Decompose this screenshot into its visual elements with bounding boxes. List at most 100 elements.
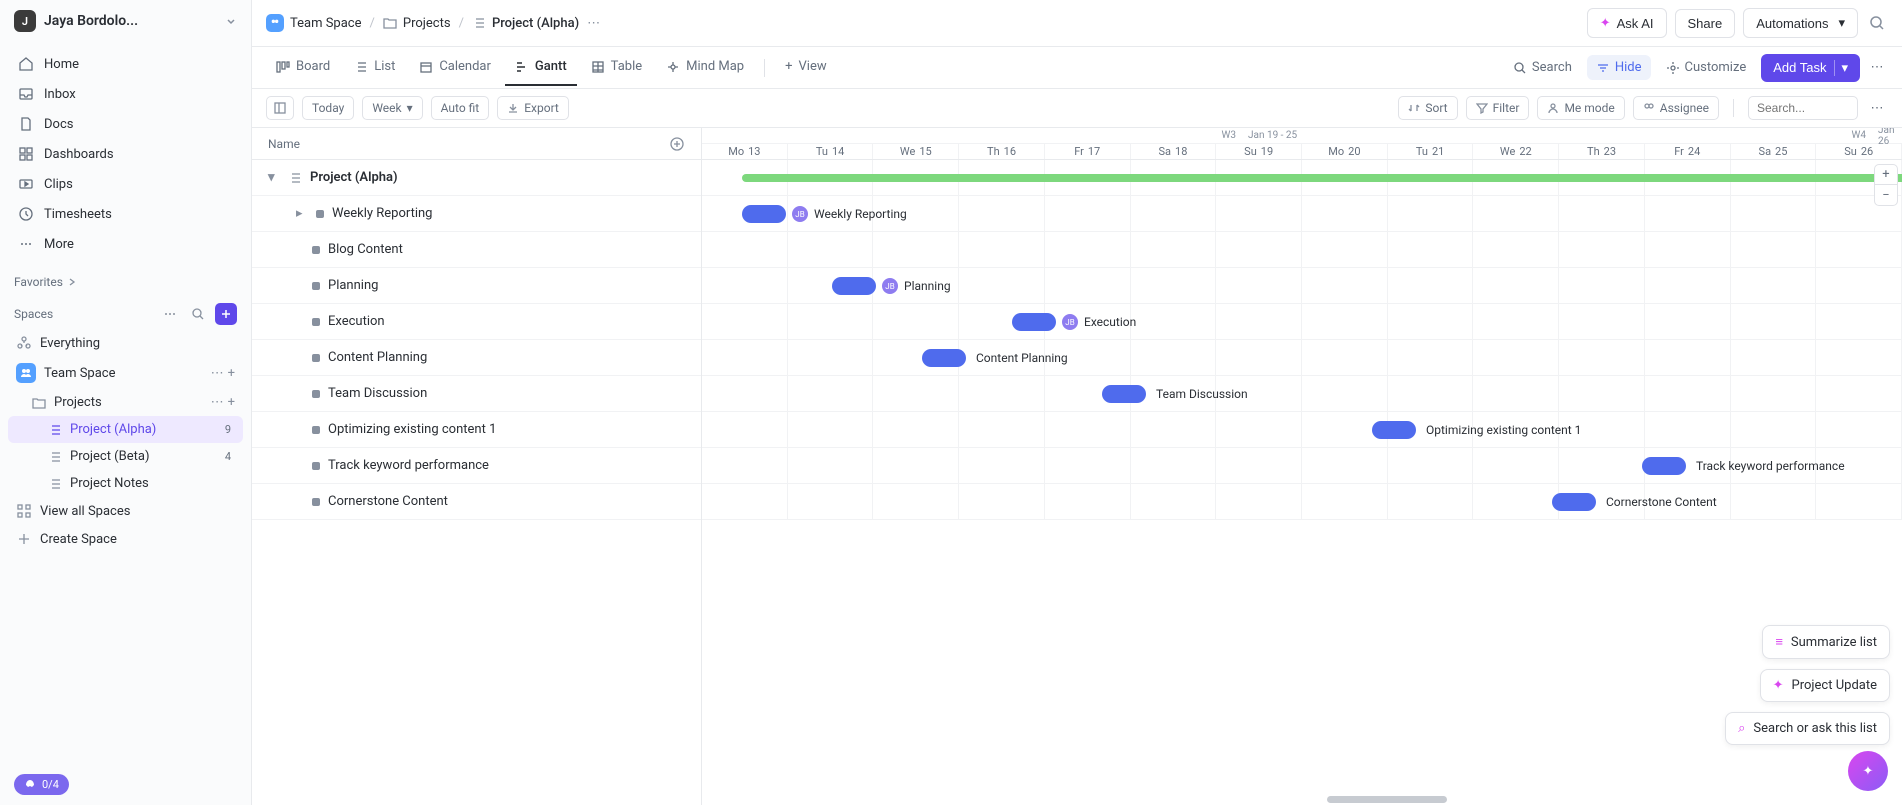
breadcrumb-more-icon[interactable]: ⋯: [587, 16, 600, 31]
tree-projects[interactable]: Projects ⋯+: [8, 389, 243, 416]
nav-clips[interactable]: Clips: [8, 169, 243, 199]
more-icon[interactable]: ⋯: [211, 366, 224, 381]
onboarding-progress[interactable]: 0/4: [14, 774, 69, 795]
vb-customize[interactable]: Customize: [1657, 55, 1756, 80]
today-button[interactable]: Today: [302, 96, 354, 120]
autofit-button[interactable]: Auto fit: [431, 96, 490, 120]
task-bar[interactable]: Team Discussion: [1102, 385, 1146, 403]
export-button[interactable]: Export: [497, 96, 569, 120]
tree-project-beta[interactable]: Project (Beta) 4: [8, 443, 243, 470]
assignee-avatar[interactable]: JB: [792, 206, 808, 222]
share-button[interactable]: Share: [1675, 9, 1736, 38]
filter-button[interactable]: Filter: [1466, 96, 1530, 120]
favorites-section[interactable]: Favorites: [0, 265, 251, 295]
zoom-level-select[interactable]: Week ▾: [362, 96, 422, 120]
status-icon[interactable]: [312, 426, 320, 434]
task-row[interactable]: Optimizing existing content 1: [252, 412, 701, 448]
view-table[interactable]: Table: [581, 49, 652, 86]
task-bar[interactable]: JBPlanning: [832, 277, 876, 295]
nav-more[interactable]: More: [8, 229, 243, 259]
breadcrumb-list[interactable]: Project (Alpha): [472, 16, 579, 31]
add-task-button[interactable]: Add Task▾: [1761, 54, 1860, 82]
tree-everything[interactable]: Everything: [8, 329, 243, 357]
status-icon[interactable]: [312, 498, 320, 506]
workspace-switcher[interactable]: J Jaya Bordolo...: [0, 0, 251, 43]
task-row[interactable]: Execution: [252, 304, 701, 340]
task-row[interactable]: Blog Content: [252, 232, 701, 268]
horizontal-scrollbar[interactable]: [1327, 796, 1447, 803]
zoom-out-button[interactable]: −: [1875, 185, 1897, 205]
ask-ai-button[interactable]: ✦Ask AI: [1587, 8, 1667, 38]
status-icon[interactable]: [312, 246, 320, 254]
nav-dashboards[interactable]: Dashboards: [8, 139, 243, 169]
nav-home[interactable]: Home: [8, 49, 243, 79]
task-row[interactable]: ▸Weekly Reporting: [252, 196, 701, 232]
spaces-search-icon[interactable]: [187, 303, 209, 325]
task-bar[interactable]: Content Planning: [922, 349, 966, 367]
vb-hide[interactable]: Hide: [1587, 55, 1651, 80]
project-update-button[interactable]: ✦Project Update: [1760, 669, 1890, 702]
assignee-button[interactable]: Assignee: [1633, 96, 1719, 120]
ai-fab[interactable]: ✦: [1848, 751, 1888, 791]
tree-create-space[interactable]: Create Space: [8, 525, 243, 553]
collapse-sidebar-icon[interactable]: [266, 96, 294, 120]
chevron-right-icon[interactable]: ▸: [296, 206, 308, 221]
task-bar[interactable]: Track keyword performance: [1642, 457, 1686, 475]
status-icon[interactable]: [312, 462, 320, 470]
status-icon[interactable]: [312, 390, 320, 398]
breadcrumb-folder[interactable]: Projects: [383, 16, 451, 31]
task-row[interactable]: Cornerstone Content: [252, 484, 701, 520]
automations-button[interactable]: Automations▾: [1743, 8, 1858, 38]
search-icon[interactable]: [1866, 12, 1888, 34]
gantt-chart[interactable]: W3 Jan 19 - 25 W4 Jan 26 Mo 13Tu 14We 15…: [702, 128, 1902, 805]
more-icon[interactable]: ⋯: [211, 395, 224, 410]
assignee-avatar[interactable]: JB: [882, 278, 898, 294]
view-list[interactable]: List: [344, 49, 405, 86]
add-space-button[interactable]: [215, 303, 237, 325]
task-row[interactable]: Team Discussion: [252, 376, 701, 412]
plus-icon[interactable]: +: [228, 395, 235, 410]
chevron-down-icon[interactable]: ▾: [1834, 60, 1848, 76]
ask-list-button[interactable]: ⌕Search or ask this list: [1725, 712, 1890, 745]
sort-button[interactable]: Sort: [1398, 96, 1457, 120]
summary-bar[interactable]: [742, 174, 1902, 182]
chevron-down-icon[interactable]: ▾: [268, 170, 280, 185]
view-board[interactable]: Board: [266, 49, 340, 86]
status-icon[interactable]: [312, 318, 320, 326]
status-icon[interactable]: [312, 282, 320, 290]
nav-timesheets[interactable]: Timesheets: [8, 199, 243, 229]
viewbar-more-icon[interactable]: ⋯: [1866, 57, 1888, 79]
view-mindmap[interactable]: Mind Map: [656, 49, 754, 86]
task-row[interactable]: Track keyword performance: [252, 448, 701, 484]
nav-inbox[interactable]: Inbox: [8, 79, 243, 109]
vb-search[interactable]: Search: [1504, 55, 1581, 80]
plus-icon[interactable]: +: [228, 366, 235, 381]
add-column-icon[interactable]: [669, 136, 685, 152]
task-bar[interactable]: JBWeekly Reporting: [742, 205, 786, 223]
tree-project-notes[interactable]: Project Notes: [8, 470, 243, 497]
nav-docs[interactable]: Docs: [8, 109, 243, 139]
tree-project-alpha[interactable]: Project (Alpha) 9: [8, 416, 243, 443]
task-row[interactable]: Content Planning: [252, 340, 701, 376]
assignee-avatar[interactable]: JB: [1062, 314, 1078, 330]
task-group-row[interactable]: ▾ Project (Alpha): [252, 160, 701, 196]
view-calendar[interactable]: Calendar: [409, 49, 501, 86]
tree-view-all-spaces[interactable]: View all Spaces: [8, 497, 243, 525]
summarize-list-button[interactable]: ≡Summarize list: [1762, 625, 1890, 659]
task-row[interactable]: Planning: [252, 268, 701, 304]
progress-text: 0/4: [42, 778, 59, 791]
spaces-more-icon[interactable]: [159, 303, 181, 325]
breadcrumb-space[interactable]: Team Space: [266, 14, 362, 32]
tree-team-space[interactable]: Team Space ⋯+: [8, 357, 243, 389]
toolbar-more-icon[interactable]: ⋯: [1866, 97, 1888, 119]
me-mode-button[interactable]: Me mode: [1537, 96, 1624, 120]
zoom-in-button[interactable]: +: [1875, 165, 1897, 185]
task-bar[interactable]: Optimizing existing content 1: [1372, 421, 1416, 439]
gantt-search-input[interactable]: [1748, 96, 1858, 120]
add-view-button[interactable]: +View: [775, 49, 837, 86]
task-bar[interactable]: JBExecution: [1012, 313, 1056, 331]
status-icon[interactable]: [312, 354, 320, 362]
task-bar[interactable]: Cornerstone Content: [1552, 493, 1596, 511]
status-icon[interactable]: [316, 210, 324, 218]
view-gantt[interactable]: Gantt: [505, 49, 577, 86]
